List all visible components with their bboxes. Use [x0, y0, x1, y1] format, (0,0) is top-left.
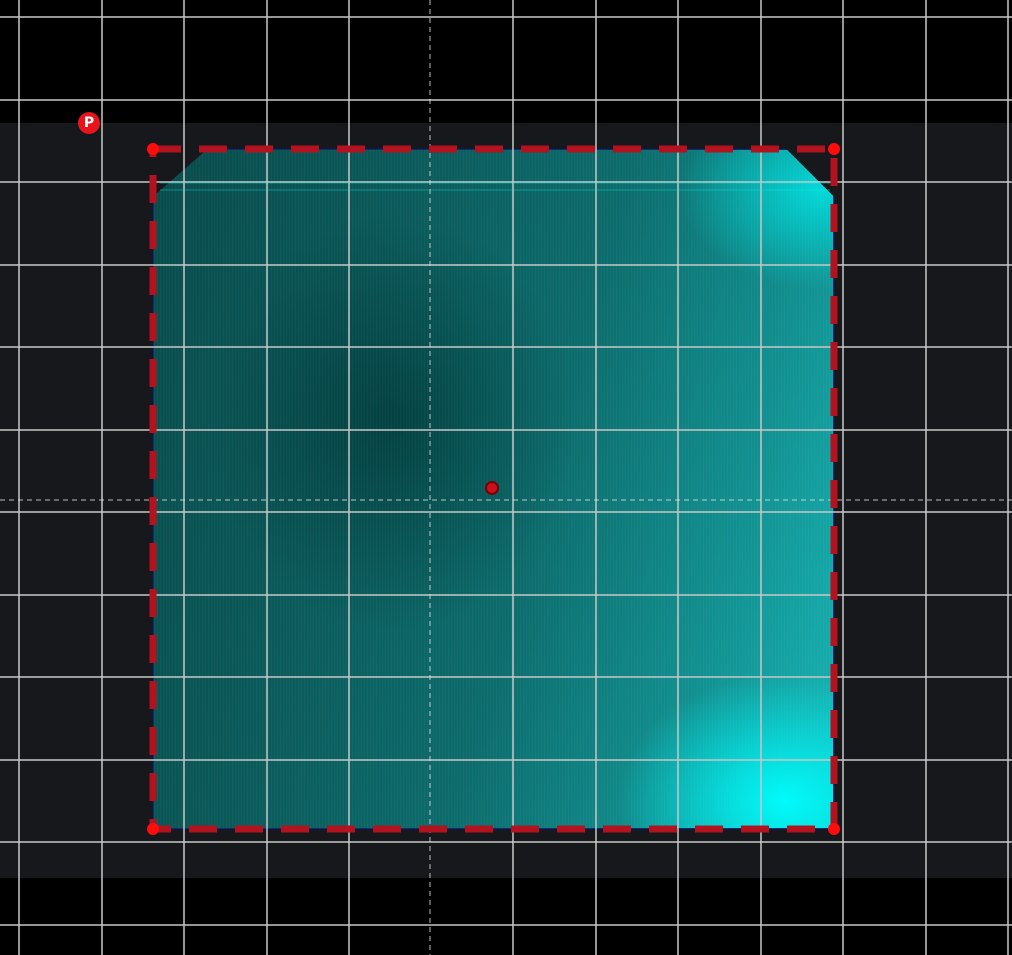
selection-handle-bottom-right[interactable]	[828, 823, 840, 835]
image-viewer-canvas[interactable]: P	[0, 0, 1012, 955]
selection-handle-top-left[interactable]	[147, 143, 159, 155]
center-point-marker[interactable]	[485, 481, 499, 495]
pivot-point-marker[interactable]: P	[78, 112, 100, 134]
selection-handle-bottom-left[interactable]	[147, 823, 159, 835]
cell-busbar-lines	[160, 182, 830, 191]
selection-handle-top-right[interactable]	[828, 143, 840, 155]
